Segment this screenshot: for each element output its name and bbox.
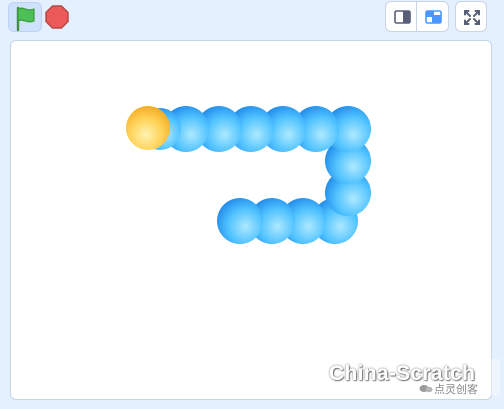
stage-toolbar bbox=[0, 0, 504, 38]
wechat-icon bbox=[419, 385, 433, 393]
fullscreen-button[interactable] bbox=[455, 1, 487, 32]
large-stage-icon bbox=[425, 10, 442, 24]
snake-body-segment bbox=[217, 198, 263, 244]
stop-sign-icon bbox=[45, 5, 69, 29]
snake-sprite bbox=[126, 106, 371, 244]
stop-button[interactable] bbox=[44, 4, 70, 30]
green-flag-icon bbox=[16, 6, 35, 32]
small-stage-button[interactable] bbox=[385, 1, 417, 32]
small-stage-icon bbox=[394, 10, 411, 24]
large-stage-button[interactable] bbox=[417, 1, 449, 32]
snake-head bbox=[126, 106, 170, 150]
green-flag-button[interactable] bbox=[8, 2, 42, 32]
watermark-sub-text: 点灵创客 bbox=[434, 383, 478, 396]
fullscreen-icon bbox=[464, 10, 480, 25]
stage-canvas[interactable] bbox=[10, 40, 492, 400]
